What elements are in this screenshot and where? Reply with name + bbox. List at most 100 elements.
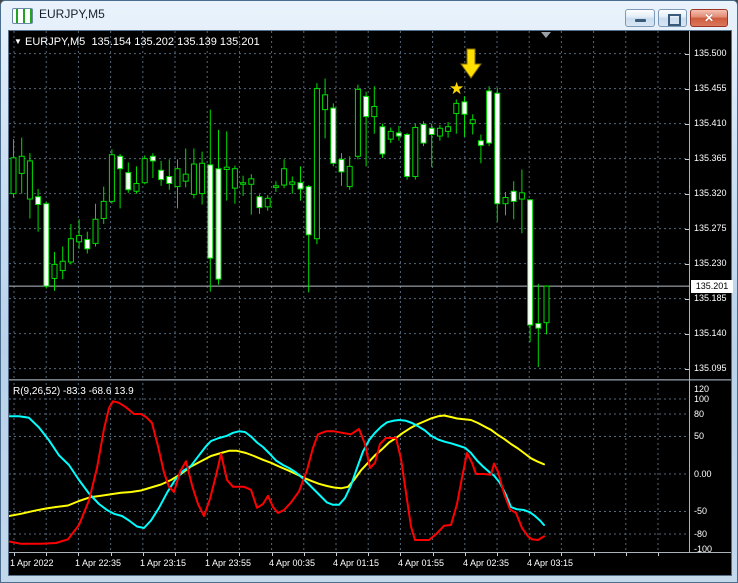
candle — [231, 165, 238, 204]
candle — [84, 231, 91, 254]
candle — [305, 185, 312, 293]
candle — [215, 129, 222, 285]
time-axis-tick — [175, 553, 176, 556]
indicator-axis-label: 0.00 — [694, 468, 712, 479]
price-axis-tick — [685, 228, 689, 230]
minimize-icon — [635, 19, 646, 22]
star-icon: ★ — [449, 79, 464, 99]
indicator-axis-label: 80 — [694, 408, 705, 419]
candle — [420, 121, 427, 147]
candle — [510, 181, 517, 220]
time-axis-tick — [110, 553, 112, 556]
candle — [35, 188, 42, 232]
chart-ohlc-header[interactable]: ▼ EURJPY,M5 135.154 135.202 135.139 135.… — [14, 36, 260, 48]
restore-button[interactable] — [658, 9, 687, 27]
candle — [18, 137, 25, 194]
header-low: 135.139 — [177, 36, 217, 48]
price-axis-label: 135.410 — [694, 118, 727, 129]
candle — [469, 114, 476, 135]
price-axis-label: 135.500 — [694, 48, 727, 59]
candles — [10, 78, 550, 368]
candle — [149, 153, 156, 179]
candle — [133, 166, 140, 194]
title-bar[interactable]: EURJPY,M5 ✕ — [1, 1, 737, 30]
time-axis-tick — [368, 553, 370, 556]
time-axis-tick — [303, 553, 305, 556]
candle — [174, 159, 181, 209]
scrollbar-position-icon[interactable] — [541, 32, 551, 38]
candle — [502, 192, 509, 216]
time-axis-tick — [207, 553, 209, 556]
time-axis-tick — [658, 553, 659, 556]
time-axis-tick — [561, 553, 563, 556]
candle — [395, 125, 402, 141]
candle — [92, 203, 99, 247]
candle — [100, 186, 107, 224]
time-axis-label: 1 Apr 23:15 — [140, 558, 187, 568]
candle — [428, 123, 435, 168]
time-axis-tick — [400, 553, 402, 556]
candle — [330, 103, 337, 167]
candle — [486, 86, 493, 147]
header-high: 135.202 — [134, 36, 175, 48]
indicator-pane[interactable] — [9, 383, 689, 552]
header-close: 135.201 — [219, 36, 260, 48]
time-axis-label: 4 Apr 03:15 — [527, 558, 574, 568]
candle — [117, 153, 124, 209]
candle — [223, 131, 230, 201]
time-axis-label: 4 Apr 02:35 — [463, 558, 510, 568]
price-axis-label: 135.140 — [694, 328, 727, 339]
terminal-window: EURJPY,M5 ✕ ★ ▼ EURJPY,M5 135.154 135.20… — [0, 0, 738, 583]
price-pane[interactable]: ★ — [9, 31, 689, 380]
price-axis-tick — [685, 88, 689, 90]
time-axis-label: 1 Apr 2022 — [10, 558, 54, 568]
time-axis-tick — [46, 553, 48, 556]
candle — [248, 174, 255, 215]
pane-divider[interactable] — [9, 379, 731, 381]
time-axis-tick — [497, 553, 498, 556]
close-button[interactable]: ✕ — [690, 9, 728, 27]
chevron-down-icon[interactable]: ▼ — [14, 37, 22, 46]
candle — [125, 162, 132, 193]
indicator-axis-label: -50 — [694, 506, 708, 516]
time-axis-label: 4 Apr 01:15 — [333, 558, 380, 568]
candle — [51, 251, 58, 291]
minimize-button[interactable] — [625, 9, 655, 27]
price-grid — [9, 31, 689, 380]
price-axis-tick — [685, 53, 689, 55]
candle — [166, 159, 173, 190]
candle — [207, 109, 214, 292]
candle — [363, 91, 370, 167]
candle — [297, 166, 304, 201]
time-axis-label: 4 Apr 00:35 — [269, 558, 316, 568]
candle — [59, 246, 66, 280]
price-axis-label: 135.275 — [694, 223, 727, 234]
close-icon: ✕ — [703, 11, 715, 25]
candle — [158, 160, 165, 186]
indicator-label: R(9,26,52) -83.3 -68.6 13.9 — [13, 386, 134, 397]
indicator-pane-border — [9, 552, 731, 553]
time-axis-tick — [336, 553, 337, 556]
candle — [494, 87, 501, 222]
price-axis-label: 135.455 — [694, 83, 727, 94]
candle — [543, 285, 550, 335]
candle — [461, 96, 468, 137]
candle — [10, 139, 17, 198]
time-axis-tick — [239, 553, 241, 556]
time-axis-tick — [464, 553, 466, 556]
candle — [338, 153, 345, 186]
candle — [387, 127, 394, 144]
axis-frame-line — [689, 31, 690, 552]
candle — [43, 202, 50, 289]
header-symbol: EURJPY,M5 — [24, 36, 86, 48]
candle — [67, 223, 74, 265]
time-axis-tick — [593, 553, 595, 556]
candle — [412, 123, 419, 180]
candle — [281, 159, 288, 189]
candle — [322, 78, 329, 139]
candle — [313, 83, 320, 245]
price-axis-tick — [685, 123, 689, 125]
indicator-axis-label: -80 — [694, 528, 708, 539]
time-axis-tick — [78, 553, 80, 556]
time-axis-tick — [271, 553, 273, 556]
